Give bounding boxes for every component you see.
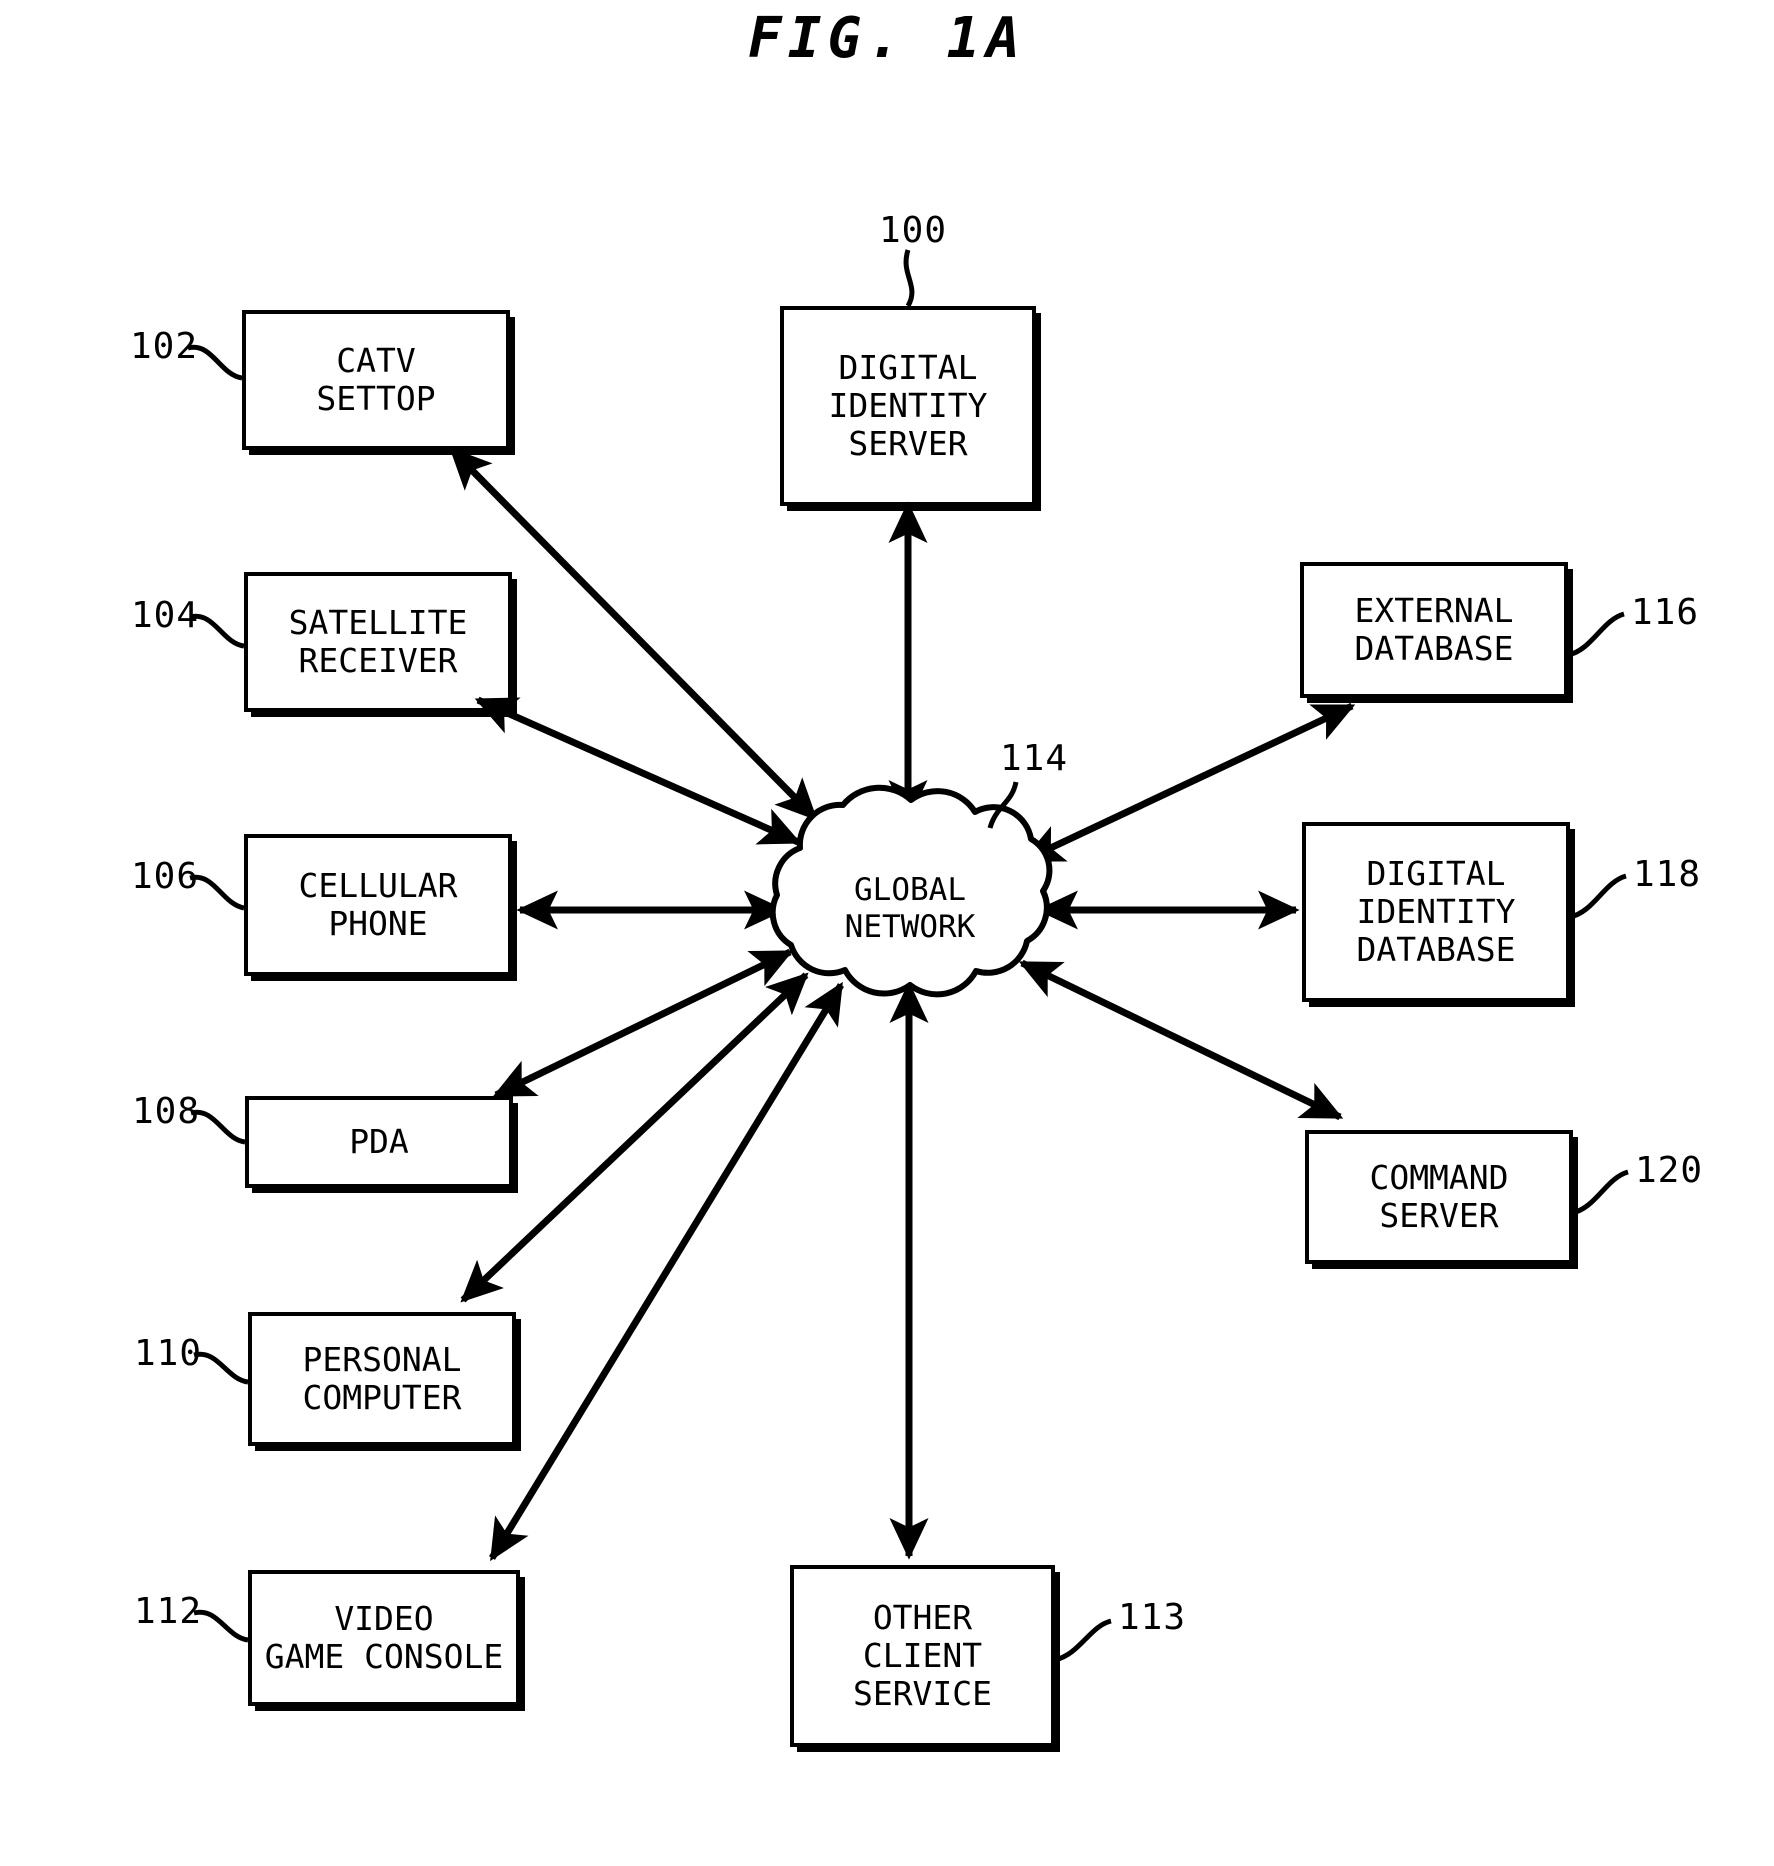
- node-label-global-network: GLOBAL NETWORK: [844, 872, 976, 945]
- leader-118: [1569, 873, 1627, 920]
- ref-num-108: 108: [132, 1091, 201, 1132]
- ref-num-120: 120: [1635, 1150, 1704, 1191]
- node-label-pda: PDA: [349, 1121, 409, 1161]
- ref-num-113: 113: [1118, 1597, 1187, 1638]
- node-catv-settop[interactable]: CATV SETTOP: [242, 310, 510, 450]
- ref-num-106: 106: [131, 856, 200, 897]
- link-pc-network: [460, 972, 809, 1303]
- node-video-game-console[interactable]: VIDEO GAME CONSOLE: [248, 1570, 520, 1706]
- node-pda[interactable]: PDA: [245, 1096, 513, 1188]
- ref-num-112: 112: [134, 1591, 203, 1632]
- leader-112: [193, 1609, 249, 1643]
- node-other-client-service[interactable]: OTHER CLIENT SERVICE: [790, 1565, 1055, 1747]
- ref-num-110: 110: [134, 1333, 203, 1374]
- node-label-command-server: COMMAND SERVER: [1369, 1157, 1509, 1235]
- node-personal-computer[interactable]: PERSONAL COMPUTER: [248, 1312, 516, 1446]
- node-label-satellite-receiver: SATELLITE RECEIVER: [288, 602, 468, 680]
- ref-num-114: 114: [1000, 738, 1069, 779]
- ref-num-118: 118: [1633, 854, 1702, 895]
- leader-120: [1571, 1169, 1629, 1216]
- node-label-cellular-phone: CELLULAR PHONE: [298, 865, 458, 943]
- node-label-other-client-service: OTHER CLIENT SERVICE: [852, 1597, 993, 1714]
- leader-116: [1567, 611, 1625, 658]
- page-title: FIG. 1A: [747, 6, 1026, 71]
- node-satellite-receiver[interactable]: SATELLITE RECEIVER: [244, 572, 512, 712]
- leader-113: [1054, 1618, 1112, 1663]
- ref-num-102: 102: [130, 326, 199, 367]
- ref-num-104: 104: [131, 595, 200, 636]
- leader-114: [987, 781, 1019, 829]
- link-command-network: [1018, 959, 1344, 1121]
- node-command-server[interactable]: COMMAND SERVER: [1305, 1130, 1573, 1264]
- node-label-personal-computer: PERSONAL COMPUTER: [302, 1339, 462, 1417]
- ref-num-100: 100: [879, 210, 948, 251]
- node-label-digital-identity-database: DIGITAL IDENTITY DATABASE: [1356, 853, 1516, 970]
- node-digital-identity-database[interactable]: DIGITAL IDENTITY DATABASE: [1302, 822, 1570, 1002]
- node-cellular-phone[interactable]: CELLULAR PHONE: [244, 834, 512, 976]
- node-label-catv-settop: CATV SETTOP: [316, 340, 436, 418]
- node-label-external-database: EXTERNAL DATABASE: [1354, 590, 1514, 668]
- link-console-network: [489, 981, 844, 1562]
- leader-110: [193, 1351, 249, 1385]
- figure-canvas: FIG. 1A DIGITAL IDENTITY SERVER CATV SET…: [0, 0, 1774, 1866]
- ref-num-116: 116: [1631, 592, 1700, 633]
- node-digital-identity-server[interactable]: DIGITAL IDENTITY SERVER: [780, 306, 1036, 506]
- link-satellite-network: [474, 696, 802, 846]
- node-label-video-game-console: VIDEO GAME CONSOLE: [264, 1598, 504, 1676]
- node-label-digital-identity-server: DIGITAL IDENTITY SERVER: [828, 347, 988, 464]
- link-pda-network: [492, 948, 794, 1099]
- node-external-database[interactable]: EXTERNAL DATABASE: [1300, 562, 1568, 698]
- leader-100: [903, 249, 915, 308]
